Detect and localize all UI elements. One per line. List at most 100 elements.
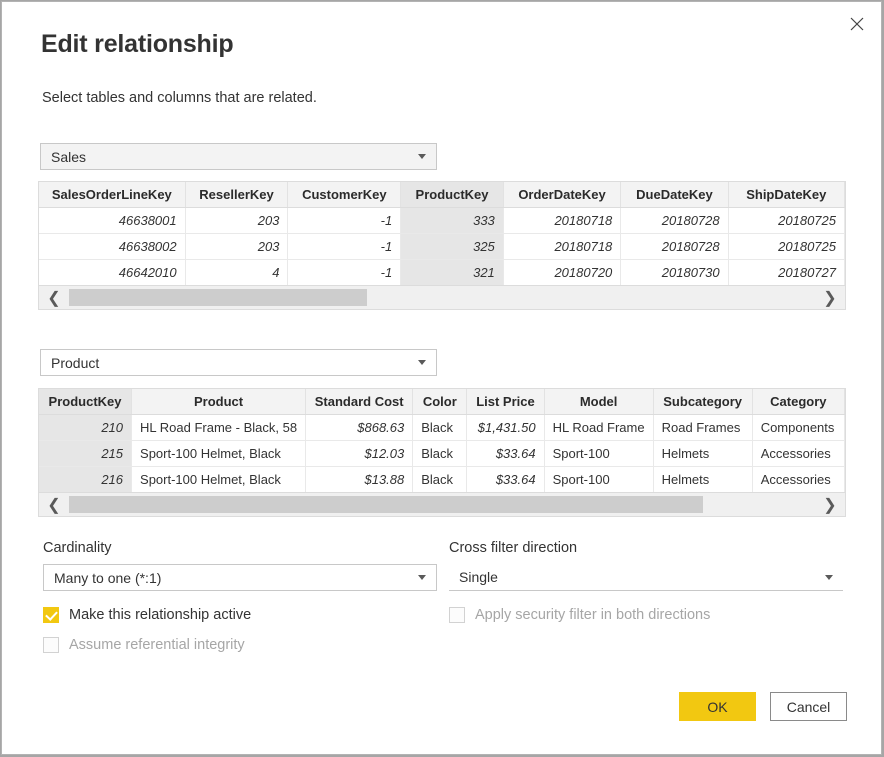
page-subtitle: Select tables and columns that are relat… — [42, 90, 317, 106]
table-cell: 20180728 — [621, 233, 728, 259]
table-cell: Helmets — [653, 440, 752, 466]
chevron-right-icon[interactable]: ❯ — [815, 495, 845, 515]
close-icon[interactable] — [837, 6, 877, 42]
cardinality-select[interactable]: Many to one (*:1) — [43, 564, 437, 591]
chevron-right-icon[interactable]: ❯ — [815, 288, 845, 308]
column-header[interactable]: ShipDateKey — [728, 182, 844, 207]
column-header[interactable]: OrderDateKey — [503, 182, 620, 207]
table-row: 215Sport-100 Helmet, Black$12.03Black$33… — [39, 440, 845, 466]
cross-filter-select[interactable]: Single — [449, 564, 843, 591]
table-row: 210HL Road Frame - Black, 58$868.63Black… — [39, 414, 845, 440]
table-row: 46638002203-1325201807182018072820180725 — [39, 233, 845, 259]
edit-relationship-dialog: Edit relationship Select tables and colu… — [1, 1, 882, 755]
from-table-grid: SalesOrderLineKeyResellerKeyCustomerKeyP… — [39, 182, 845, 285]
table-cell: Accessories — [752, 466, 844, 492]
table-cell: 203 — [185, 207, 288, 233]
column-header[interactable]: SalesOrderLineKey — [39, 182, 185, 207]
from-table-preview: SalesOrderLineKeyResellerKeyCustomerKeyP… — [38, 181, 846, 310]
table-cell: 20180725 — [728, 207, 844, 233]
assume-referential-integrity-checkbox: Assume referential integrity — [43, 637, 245, 653]
checkbox-unchecked-icon — [43, 637, 59, 653]
table-cell: 46642010 — [39, 259, 185, 285]
chevron-down-icon — [418, 154, 426, 159]
table-cell: -1 — [288, 259, 401, 285]
to-table-hscrollbar[interactable]: ❮ ❯ — [39, 492, 845, 516]
table-cell: Accessories — [752, 440, 844, 466]
table-row: 216Sport-100 Helmet, Black$13.88Black$33… — [39, 466, 845, 492]
table-cell: Sport-100 — [544, 440, 653, 466]
make-relationship-active-checkbox[interactable]: Make this relationship active — [43, 607, 251, 623]
column-header[interactable]: ResellerKey — [185, 182, 288, 207]
make-relationship-active-label: Make this relationship active — [69, 607, 251, 623]
table-cell: 20180728 — [621, 207, 728, 233]
table-cell: Black — [413, 466, 467, 492]
table-cell: 325 — [401, 233, 504, 259]
column-header[interactable]: ProductKey — [39, 389, 132, 414]
table-cell: Sport-100 Helmet, Black — [132, 440, 306, 466]
column-header[interactable]: Product — [132, 389, 306, 414]
column-header[interactable]: Model — [544, 389, 653, 414]
from-table-select-value: Sales — [51, 149, 418, 165]
column-header[interactable]: List Price — [467, 389, 544, 414]
table-cell: 20180720 — [503, 259, 620, 285]
ok-button[interactable]: OK — [679, 692, 756, 721]
table-cell: Sport-100 Helmet, Black — [132, 466, 306, 492]
column-header[interactable]: DueDateKey — [621, 182, 728, 207]
assume-referential-integrity-label: Assume referential integrity — [69, 637, 245, 653]
table-cell: Black — [413, 414, 467, 440]
cross-filter-select-value: Single — [459, 569, 825, 585]
chevron-left-icon[interactable]: ❮ — [39, 288, 69, 308]
column-header[interactable]: CustomerKey — [288, 182, 401, 207]
chevron-down-icon — [825, 575, 833, 580]
ok-button-label: OK — [707, 699, 727, 715]
table-cell: -1 — [288, 233, 401, 259]
from-table-scroll-viewport: SalesOrderLineKeyResellerKeyCustomerKeyP… — [39, 182, 845, 285]
cardinality-select-value: Many to one (*:1) — [54, 570, 418, 586]
cardinality-label: Cardinality — [43, 540, 112, 556]
table-cell: 216 — [39, 466, 132, 492]
checkbox-checked-icon — [43, 607, 59, 623]
from-table-scroll-thumb[interactable] — [69, 289, 367, 306]
table-cell: -1 — [288, 207, 401, 233]
from-table-scroll-track[interactable] — [69, 286, 815, 309]
column-header[interactable]: Subcategory — [653, 389, 752, 414]
to-table-scroll-thumb[interactable] — [69, 496, 703, 513]
table-cell: 20180727 — [728, 259, 844, 285]
chevron-left-icon[interactable]: ❮ — [39, 495, 69, 515]
to-table-scroll-track[interactable] — [69, 493, 815, 516]
table-cell: 46638002 — [39, 233, 185, 259]
table-cell: 20180718 — [503, 207, 620, 233]
table-cell: 203 — [185, 233, 288, 259]
column-header[interactable]: ProductKey — [401, 182, 504, 207]
to-table-preview: ProductKeyProductStandard CostColorList … — [38, 388, 846, 517]
table-cell: 321 — [401, 259, 504, 285]
table-cell: 20180730 — [621, 259, 728, 285]
column-header[interactable]: Standard Cost — [306, 389, 413, 414]
cross-filter-label: Cross filter direction — [449, 540, 577, 556]
cancel-button[interactable]: Cancel — [770, 692, 847, 721]
table-cell: Components — [752, 414, 844, 440]
table-cell: 333 — [401, 207, 504, 233]
apply-security-filter-label: Apply security filter in both directions — [475, 607, 710, 623]
cancel-button-label: Cancel — [787, 699, 831, 715]
to-table-scroll-viewport: ProductKeyProductStandard CostColorList … — [39, 389, 845, 492]
table-cell: Road Frames — [653, 414, 752, 440]
to-table-grid: ProductKeyProductStandard CostColorList … — [39, 389, 845, 492]
table-row: 46638001203-1333201807182018072820180725 — [39, 207, 845, 233]
table-cell: $33.64 — [467, 466, 544, 492]
to-table-select[interactable]: Product — [40, 349, 437, 376]
column-header[interactable]: Category — [752, 389, 844, 414]
table-cell: $33.64 — [467, 440, 544, 466]
table-cell: Sport-100 — [544, 466, 653, 492]
chevron-down-icon — [418, 360, 426, 365]
table-row: 466420104-1321201807202018073020180727 — [39, 259, 845, 285]
from-table-hscrollbar[interactable]: ❮ ❯ — [39, 285, 845, 309]
table-cell: HL Road Frame - Black, 58 — [132, 414, 306, 440]
table-cell: 20180725 — [728, 233, 844, 259]
table-cell: 210 — [39, 414, 132, 440]
table-cell: 46638001 — [39, 207, 185, 233]
apply-security-filter-checkbox: Apply security filter in both directions — [449, 607, 710, 623]
column-header[interactable]: Color — [413, 389, 467, 414]
from-table-select[interactable]: Sales — [40, 143, 437, 170]
table-cell: HL Road Frame — [544, 414, 653, 440]
